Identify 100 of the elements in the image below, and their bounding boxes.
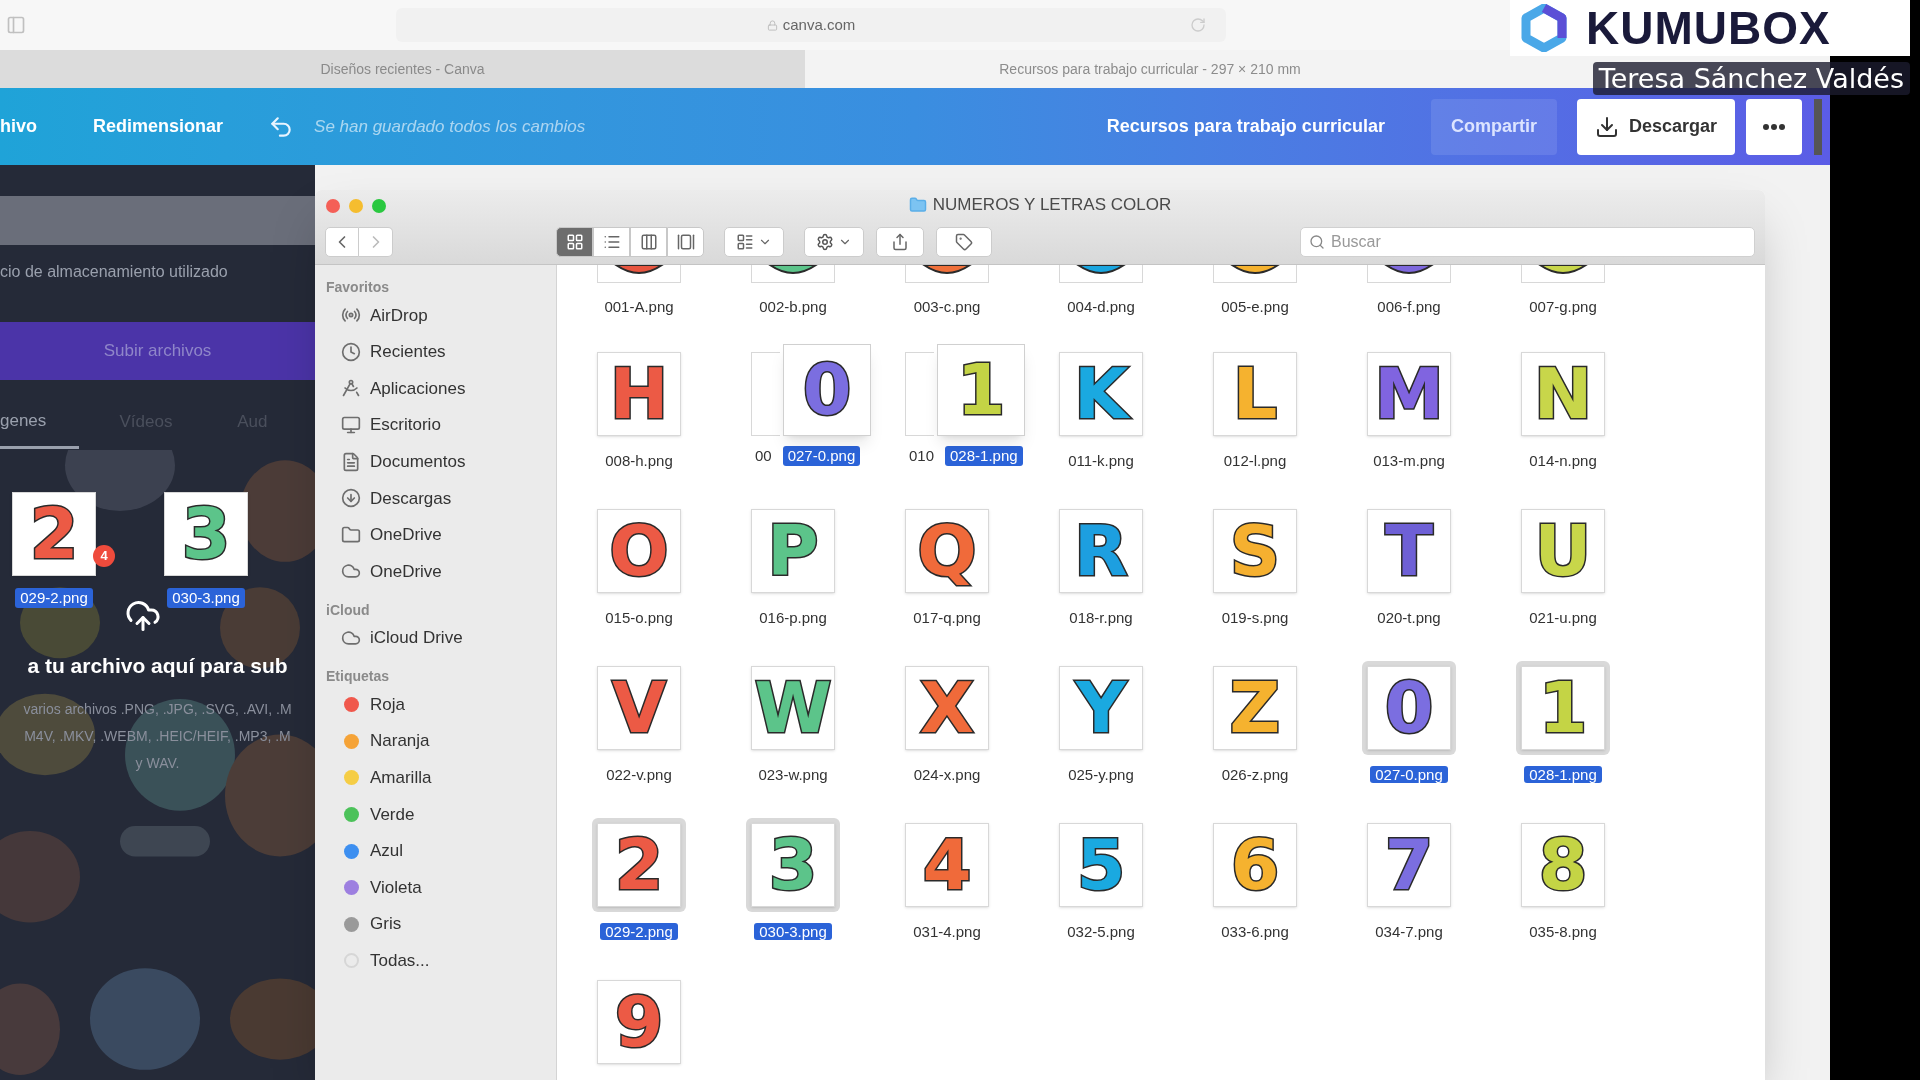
thumbnail-tile[interactable]: 0 bbox=[1367, 666, 1451, 750]
sidebar-item[interactable]: iCloud Drive bbox=[315, 619, 556, 657]
drop-hint: M4V, .MKV, .WEBM, .HEIC/HEIF, .MP3, .M bbox=[24, 726, 291, 746]
character-glyph: O bbox=[609, 516, 669, 586]
thumbnail-tile[interactable]: 6 bbox=[1213, 823, 1297, 907]
view-mode-button[interactable] bbox=[593, 227, 630, 257]
thumbnail-tile[interactable]: S bbox=[1213, 509, 1297, 593]
file-name: 008-h.png bbox=[604, 452, 674, 469]
browser-tab[interactable]: Diseños recientes - Canva bbox=[0, 50, 805, 88]
sidebar-item[interactable]: Recientes bbox=[315, 333, 556, 371]
search-field[interactable]: Buscar bbox=[1300, 227, 1755, 257]
thumbnail-tile[interactable]: V bbox=[597, 666, 681, 750]
file-name: 029-2.png bbox=[600, 923, 678, 940]
view-mode-button[interactable] bbox=[667, 227, 704, 257]
thumbnail-tile[interactable]: Q bbox=[905, 509, 989, 593]
thumbnail-tile[interactable] bbox=[597, 265, 681, 283]
sidebar-item[interactable]: Amarilla bbox=[315, 759, 556, 797]
view-mode-button[interactable] bbox=[630, 227, 667, 257]
file-name: 023-w.png bbox=[757, 766, 829, 783]
browser-tab[interactable]: Recursos para trabajo curricular - 297 × 210 mm bbox=[805, 50, 1495, 88]
menu-item[interactable]: Redimensionar bbox=[93, 113, 224, 140]
sidebar-item[interactable]: Aplicaciones bbox=[315, 370, 556, 407]
sidebar-item[interactable]: Verde bbox=[315, 796, 556, 833]
character-glyph: 2 bbox=[614, 830, 664, 900]
thumbnail-tile[interactable]: L bbox=[1213, 352, 1297, 436]
thumbnail-tile[interactable] bbox=[751, 352, 780, 436]
address-field[interactable]: canva.com bbox=[396, 8, 1226, 42]
file-name: 016-p.png bbox=[758, 609, 828, 626]
thumbnail-tile[interactable]: 3 bbox=[164, 492, 248, 576]
search-field[interactable] bbox=[0, 196, 315, 245]
save-status: Se han guardado todos los cambios bbox=[314, 115, 586, 138]
thumbnail-tile[interactable]: 2 bbox=[12, 492, 96, 576]
sidebar-item[interactable]: Gris bbox=[315, 905, 556, 943]
sidebar-item[interactable]: Escritorio bbox=[315, 406, 556, 444]
thumbnail-tile[interactable]: K bbox=[1059, 352, 1143, 436]
share-button[interactable]: Compartir bbox=[1430, 98, 1557, 155]
sidebar-item[interactable]: Todas... bbox=[315, 942, 556, 980]
menu-item[interactable]: hivo bbox=[0, 113, 37, 140]
sidebar-item[interactable]: Violeta bbox=[315, 869, 556, 906]
close-button[interactable] bbox=[326, 199, 340, 213]
action-button[interactable] bbox=[804, 227, 864, 257]
thumbnail-tile[interactable]: 4 bbox=[905, 823, 989, 907]
sidebar-item[interactable]: Documentos bbox=[315, 443, 556, 480]
folder-icon bbox=[341, 524, 361, 545]
tag-button[interactable] bbox=[936, 227, 992, 257]
tag-icon bbox=[955, 233, 973, 251]
file-name: 017-q.png bbox=[912, 609, 982, 626]
thumbnail-tile[interactable] bbox=[1367, 265, 1451, 283]
thumbnail-tile[interactable] bbox=[1213, 265, 1297, 283]
sidebar-item[interactable]: Descargas bbox=[315, 479, 556, 517]
thumbnail-tile[interactable]: 7 bbox=[1367, 823, 1451, 907]
document-icon bbox=[341, 451, 361, 472]
file-name: 030-3.png bbox=[754, 923, 832, 940]
thumbnail-tile[interactable]: Y bbox=[1059, 666, 1143, 750]
sidebar-item[interactable]: Naranja bbox=[315, 722, 556, 760]
file-name: 013-m.png bbox=[1372, 452, 1446, 469]
back-button[interactable] bbox=[325, 227, 359, 257]
thumbnail-tile[interactable] bbox=[751, 265, 835, 283]
download-icon bbox=[1594, 114, 1619, 139]
thumbnail-tile[interactable]: 2 bbox=[597, 823, 681, 907]
sidebar-item[interactable]: OneDrive bbox=[315, 553, 556, 590]
sidebar-item[interactable]: Azul bbox=[315, 832, 556, 870]
view-mode-button[interactable] bbox=[556, 227, 593, 257]
grid-icon bbox=[565, 233, 584, 251]
share-button[interactable] bbox=[876, 227, 924, 257]
group-by-button[interactable] bbox=[724, 227, 784, 257]
thumbnail-tile[interactable]: R bbox=[1059, 509, 1143, 593]
thumbnail-tile[interactable] bbox=[905, 265, 989, 283]
thumbnail-tile[interactable]: T bbox=[1367, 509, 1451, 593]
list-icon bbox=[602, 233, 621, 251]
more-button[interactable] bbox=[1746, 98, 1802, 155]
character-glyph: Y bbox=[1075, 673, 1127, 743]
thumbnail-tile[interactable]: M bbox=[1367, 352, 1451, 436]
sidebar-heading: Favoritos bbox=[325, 278, 390, 297]
download-icon bbox=[341, 488, 361, 509]
thumbnail-tile[interactable]: H bbox=[597, 352, 681, 436]
thumbnail-tile[interactable]: 5 bbox=[1059, 823, 1143, 907]
sidebar-item[interactable]: OneDrive bbox=[315, 516, 556, 554]
thumbnail-tile[interactable] bbox=[905, 352, 934, 436]
thumbnail-tile[interactable]: W bbox=[751, 666, 835, 750]
thumbnail-tile[interactable]: P bbox=[751, 509, 835, 593]
thumbnail-tile[interactable]: 3 bbox=[751, 823, 835, 907]
thumbnail-tile[interactable] bbox=[1059, 265, 1143, 283]
thumbnail-tile[interactable]: X bbox=[905, 666, 989, 750]
file-name: 020-t.png bbox=[1376, 609, 1442, 626]
file-name: 021-u.png bbox=[1528, 609, 1598, 626]
thumbnail-tile[interactable] bbox=[1521, 265, 1605, 283]
file-name: 012-l.png bbox=[1222, 452, 1288, 469]
character-glyph: H bbox=[609, 359, 669, 429]
thumbnail-tile[interactable]: Z bbox=[1213, 666, 1297, 750]
sidebar-item[interactable]: AirDrop bbox=[315, 297, 556, 334]
window-title: NUMEROS Y LETRAS COLOR bbox=[932, 194, 1172, 217]
thumbnail-tile[interactable]: O bbox=[597, 509, 681, 593]
design-title[interactable]: Recursos para trabajo curricular bbox=[1106, 113, 1385, 140]
sidebar-item[interactable]: Roja bbox=[315, 686, 556, 723]
upload-button[interactable]: Subir archivos bbox=[0, 322, 315, 380]
download-button[interactable]: Descargar bbox=[1576, 98, 1735, 155]
thumbnail-tile[interactable]: 9 bbox=[597, 980, 681, 1064]
file-name: 007-g.png bbox=[1528, 298, 1598, 315]
file-name: 005-e.png bbox=[1220, 298, 1290, 315]
